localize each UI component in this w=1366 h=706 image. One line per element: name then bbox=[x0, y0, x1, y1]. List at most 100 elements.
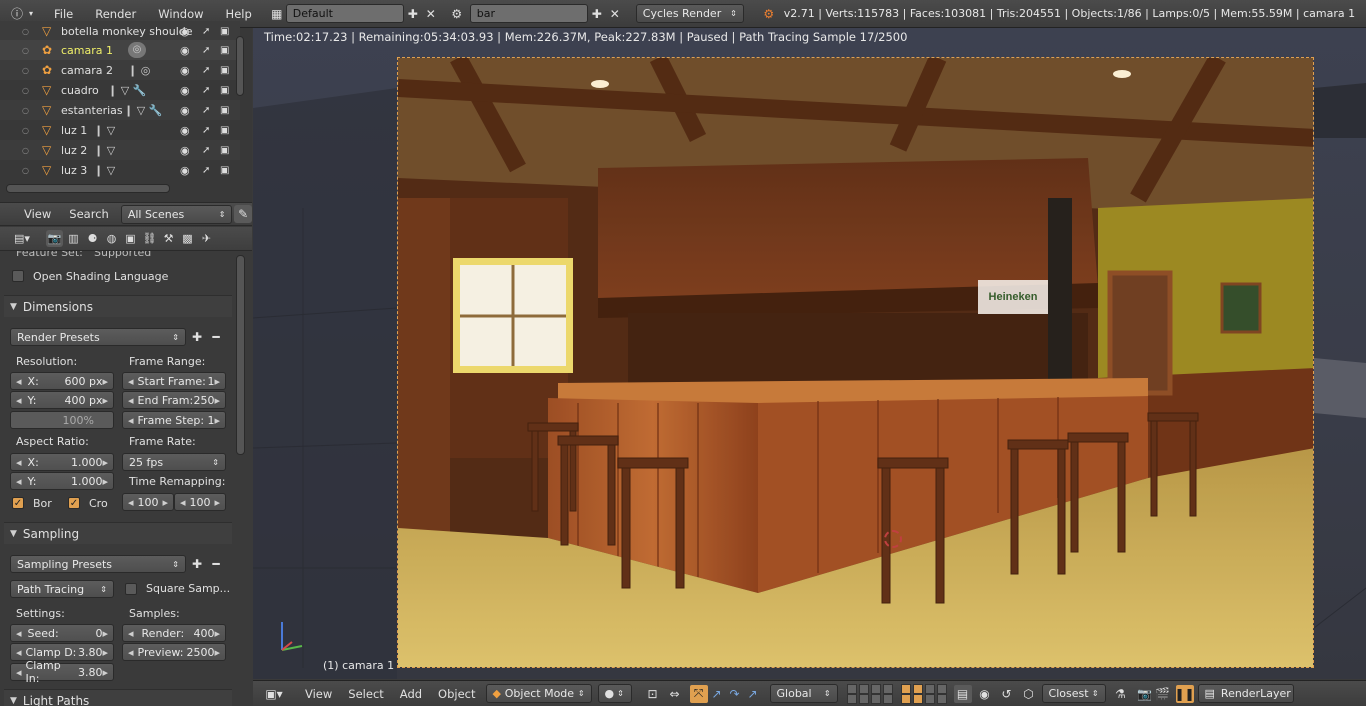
outliner-row[interactable]: ○ ✿ camara 2 ❙ ◎ ◉ ➚ ▣ bbox=[0, 60, 240, 80]
cursor-icon[interactable]: ➚ bbox=[202, 65, 210, 76]
properties-scrollbar[interactable] bbox=[236, 255, 245, 455]
add-preset-icon[interactable]: ✚ bbox=[188, 555, 206, 573]
eye-icon[interactable]: ◉ bbox=[180, 44, 190, 57]
snap-target-dropdown[interactable]: Closest ⇕ bbox=[1041, 684, 1106, 703]
time-remap-old-field[interactable]: ◂ 100 ▸ bbox=[122, 493, 174, 511]
close-scene-icon[interactable]: ✕ bbox=[606, 5, 624, 23]
render-engine-dropdown[interactable]: Cycles Render ⇕ bbox=[635, 4, 744, 23]
scene-tab-icon[interactable]: ⚈ bbox=[84, 230, 101, 247]
outliner-row[interactable]: ○ ▽ cuadro ❙ ▽ 🔧 ◉ ➚ ▣ bbox=[0, 80, 240, 100]
resolution-x-field[interactable]: ◂ X: 600 px ▸ bbox=[10, 372, 114, 390]
layer-grid-active[interactable] bbox=[900, 683, 950, 704]
camera-render-icon[interactable]: 📷 bbox=[1136, 685, 1154, 703]
proportional-edit-icon[interactable]: ◉ bbox=[976, 685, 994, 703]
outliner-row[interactable]: ○ ▽ botella monkey shoulde ◉ ➚ ▣ bbox=[0, 21, 240, 41]
aspect-x-field[interactable]: ◂ X: 1.000 ▸ bbox=[10, 453, 114, 471]
add-layout-icon[interactable]: ✚ bbox=[404, 5, 422, 23]
time-remap-new-field[interactable]: ◂ 100 ▸ bbox=[174, 493, 226, 511]
cursor-icon[interactable]: ➚ bbox=[202, 26, 210, 37]
view-menu[interactable]: View bbox=[299, 684, 338, 704]
info-icon[interactable]: ⓘ bbox=[8, 5, 26, 23]
clapper-icon[interactable]: 🎬 bbox=[1154, 685, 1172, 703]
screen-layout-field[interactable]: Default bbox=[285, 4, 404, 23]
render-icon[interactable]: ▣ bbox=[220, 26, 229, 37]
start-frame-field[interactable]: ◂ Start Frame: 1 ▸ bbox=[122, 372, 226, 390]
render-presets-dropdown[interactable]: Render Presets ⇕ bbox=[10, 328, 186, 346]
3d-cursor-icon[interactable] bbox=[884, 530, 902, 548]
scene-field[interactable]: bar bbox=[469, 4, 588, 23]
eye-icon[interactable]: ◉ bbox=[180, 164, 190, 177]
manipulator-toggle-icon[interactable]: ⇔ bbox=[666, 685, 684, 703]
remove-preset-icon[interactable]: ━ bbox=[207, 555, 225, 573]
outliner-hscrollbar[interactable] bbox=[6, 184, 170, 193]
feature-set-value[interactable]: Supported bbox=[94, 251, 151, 259]
constraints-tab-icon[interactable]: ⛓ bbox=[141, 230, 158, 247]
preview-samples-field[interactable]: ◂ Preview: 2500 ▸ bbox=[122, 643, 226, 661]
eye-icon[interactable]: ◉ bbox=[180, 104, 190, 117]
resolution-y-field[interactable]: ◂ Y: 400 px ▸ bbox=[10, 391, 114, 409]
outliner-row[interactable]: ○ ▽ estanterias ❙ ▽ 🔧 ◉ ➚ ▣ bbox=[0, 100, 240, 120]
orientation-dropdown[interactable]: Global ⇕ bbox=[769, 684, 838, 703]
render-tab-icon[interactable]: 📷 bbox=[46, 230, 63, 247]
sampling-presets-dropdown[interactable]: Sampling Presets ⇕ bbox=[10, 555, 186, 573]
render-icon[interactable]: ▣ bbox=[220, 105, 229, 116]
frame-step-field[interactable]: ◂ Frame Step: 1 ▸ bbox=[122, 411, 226, 429]
rotate-icon[interactable]: ↗ bbox=[708, 685, 726, 703]
outliner-row[interactable]: ○ ▽ luz 1 ❙ ▽ ◉ ➚ ▣ bbox=[0, 120, 240, 140]
pause-icon[interactable]: ❚❚ bbox=[1174, 684, 1195, 703]
close-layout-icon[interactable]: ✕ bbox=[422, 5, 440, 23]
translate-icon[interactable]: ⤧ bbox=[689, 684, 708, 703]
search-icon[interactable]: ✎ bbox=[234, 205, 252, 223]
render-icon[interactable]: ▣ bbox=[220, 45, 229, 56]
scene-icon[interactable]: ⚙ bbox=[448, 5, 466, 23]
pivot-icon[interactable]: ⊡ bbox=[644, 685, 662, 703]
sampling-header[interactable]: ▼ Sampling bbox=[4, 522, 232, 544]
cursor-icon[interactable]: ➚ bbox=[202, 45, 210, 56]
shading-dropdown[interactable]: ● ⇕ bbox=[597, 684, 632, 703]
aspect-y-field[interactable]: ◂ Y: 1.000 ▸ bbox=[10, 472, 114, 490]
eye-icon[interactable]: ◉ bbox=[180, 124, 190, 137]
eye-icon[interactable]: ◉ bbox=[180, 25, 190, 38]
render-icon[interactable]: ▣ bbox=[220, 85, 229, 96]
render-icon[interactable]: ▣ bbox=[220, 125, 229, 136]
cursor-icon[interactable]: ➚ bbox=[202, 165, 210, 176]
render-icon[interactable]: ▣ bbox=[220, 165, 229, 176]
eye-icon[interactable]: ◉ bbox=[180, 64, 190, 77]
outliner-search-menu[interactable]: Search bbox=[63, 204, 115, 224]
cursor-icon[interactable]: ➚ bbox=[202, 145, 210, 156]
dimensions-header[interactable]: ▼ Dimensions bbox=[4, 295, 232, 317]
outliner-display-dropdown[interactable]: All Scenes ⇕ bbox=[120, 204, 233, 224]
resolution-percent-slider[interactable]: 100% bbox=[10, 411, 114, 429]
mode-dropdown[interactable]: ◆ Object Mode ⇕ bbox=[485, 684, 592, 703]
scale-icon[interactable]: ↷ bbox=[726, 685, 744, 703]
cursor-icon[interactable]: ➚ bbox=[202, 85, 210, 96]
crop-checkbox[interactable]: ✓ bbox=[68, 497, 80, 509]
screen-layout-icon[interactable]: ▦ bbox=[268, 5, 286, 23]
lock-layers-icon[interactable]: ▤ bbox=[953, 684, 972, 703]
outliner-vscrollbar[interactable] bbox=[236, 36, 244, 96]
select-menu[interactable]: Select bbox=[342, 684, 389, 704]
outliner-row-active[interactable]: ○ ✿ camara 1 ◎ ◉ ➚ ▣ bbox=[0, 40, 240, 60]
cursor-icon[interactable]: ➚ bbox=[202, 125, 210, 136]
light-paths-header[interactable]: ▼ Light Paths bbox=[4, 689, 232, 706]
texture-tab-icon[interactable]: ▩ bbox=[179, 230, 196, 247]
square-samples-checkbox[interactable] bbox=[125, 583, 137, 595]
seed-field[interactable]: ◂ Seed: 0 ▸ bbox=[10, 624, 114, 642]
render-samples-field[interactable]: ◂ Render: 400 ▸ bbox=[122, 624, 226, 642]
add-menu[interactable]: Add bbox=[394, 684, 428, 704]
object-tab-icon[interactable]: ▣ bbox=[122, 230, 139, 247]
object-menu[interactable]: Object bbox=[432, 684, 481, 704]
chevron-down-icon[interactable]: ▾ bbox=[26, 5, 36, 23]
end-frame-field[interactable]: ◂ End Fram: 250 ▸ bbox=[122, 391, 226, 409]
cursor-icon[interactable]: ➚ bbox=[202, 105, 210, 116]
eye-icon[interactable]: ◉ bbox=[180, 144, 190, 157]
outliner-view-menu[interactable]: View bbox=[18, 204, 57, 224]
remove-preset-icon[interactable]: ━ bbox=[207, 328, 225, 346]
add-preset-icon[interactable]: ✚ bbox=[188, 328, 206, 346]
physics-tab-icon[interactable]: ✈ bbox=[198, 230, 215, 247]
osl-checkbox[interactable] bbox=[12, 270, 24, 282]
render-icon[interactable]: ▣ bbox=[220, 65, 229, 76]
scale-arrow-icon[interactable]: ↗ bbox=[744, 685, 762, 703]
layer-grid[interactable] bbox=[846, 683, 896, 704]
snap-toggle-icon[interactable]: ↺ bbox=[998, 685, 1016, 703]
